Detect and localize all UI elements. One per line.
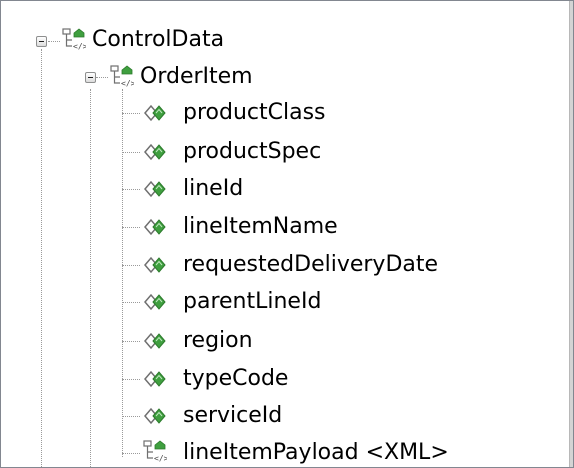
node-label: serviceId — [183, 403, 283, 428]
tree-connector — [122, 341, 140, 342]
tree-connector — [122, 227, 140, 228]
tree-guide-root — [41, 49, 42, 467]
tree-connector — [122, 416, 140, 417]
simple-element-icon — [143, 254, 167, 276]
tree-connector — [122, 302, 140, 303]
svg-text:</>: </> — [121, 79, 134, 87]
node-label: lineId — [183, 176, 244, 201]
complex-element-icon: </> — [62, 28, 86, 50]
simple-element-icon — [143, 178, 167, 200]
tree-connector — [122, 379, 140, 380]
svg-text:</>: </> — [154, 454, 167, 462]
simple-element-icon — [143, 330, 167, 352]
simple-element-icon — [143, 291, 167, 313]
svg-text:</>: </> — [73, 42, 86, 50]
tree-connector — [122, 265, 140, 266]
complex-element-icon: </> — [110, 65, 134, 87]
node-label: lineItemPayload <XML> — [183, 440, 449, 465]
node-label: typeCode — [183, 366, 289, 391]
tree-guide-orderitem — [90, 89, 91, 467]
complex-element-icon: </> — [143, 440, 167, 462]
node-label: lineItemName — [183, 214, 338, 239]
tree-connector — [122, 189, 140, 190]
element-tree: </> ControlData </> OrderItem — [1, 1, 571, 467]
node-label: OrderItem — [140, 64, 253, 89]
tree-connector — [122, 152, 140, 153]
node-label: productClass — [183, 100, 326, 125]
simple-element-icon — [143, 102, 167, 124]
node-label: parentLineId — [183, 289, 322, 314]
node-label: region — [183, 328, 253, 353]
simple-element-icon — [143, 405, 167, 427]
simple-element-icon — [143, 368, 167, 390]
node-label: ControlData — [92, 27, 225, 52]
tree-view-panel: </> ControlData </> OrderItem — [0, 0, 574, 468]
collapse-toggle[interactable] — [85, 72, 96, 83]
tree-guide-children — [122, 89, 123, 457]
tree-connector — [122, 113, 140, 114]
vertical-scrollbar[interactable] — [569, 1, 573, 467]
collapse-toggle[interactable] — [36, 36, 47, 47]
node-label: requestedDeliveryDate — [183, 252, 439, 277]
node-label: productSpec — [183, 139, 322, 164]
tree-connector — [122, 453, 140, 454]
simple-element-icon — [143, 141, 167, 163]
simple-element-icon — [143, 216, 167, 238]
tree-connector — [48, 41, 60, 42]
tree-connector — [96, 77, 108, 78]
